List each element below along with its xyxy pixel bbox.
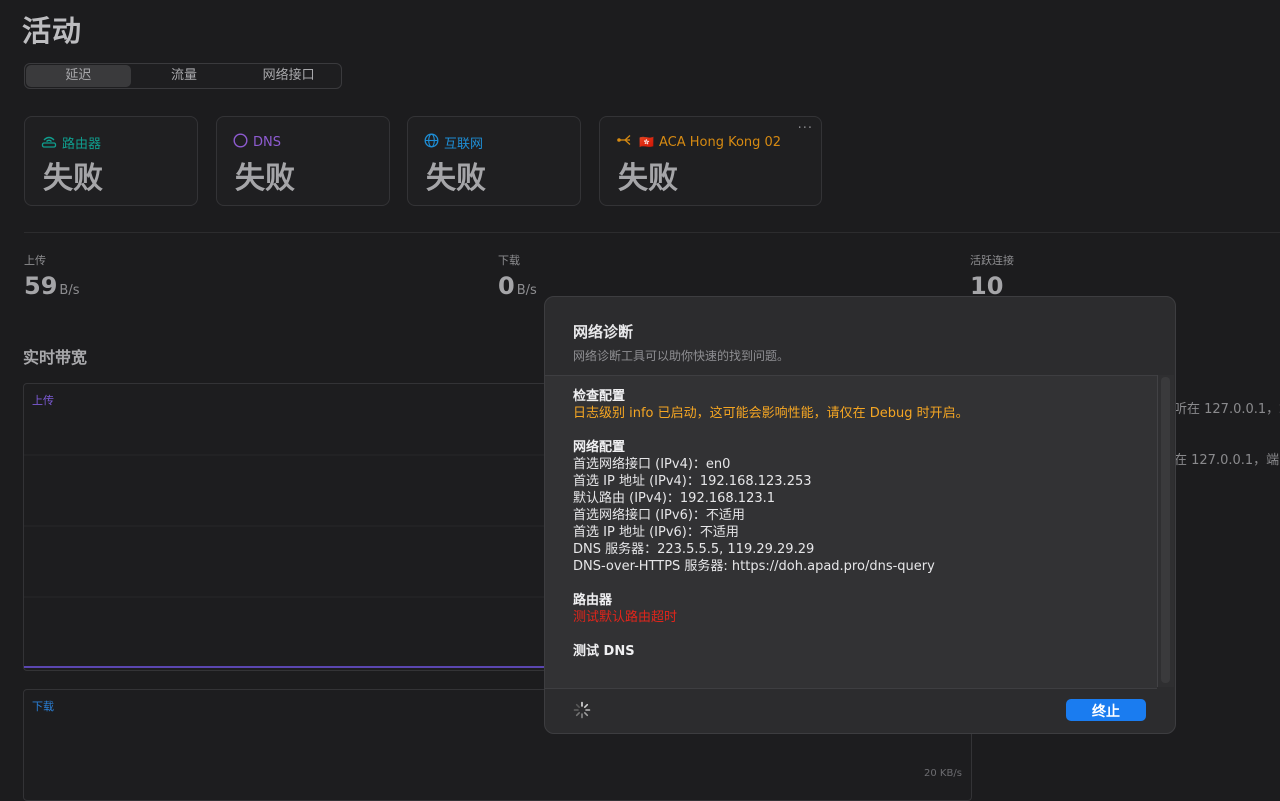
scrollbar-thumb[interactable]	[1161, 377, 1170, 683]
log-line: 在 127.0.0.1，端口	[1174, 453, 1280, 468]
config-line: DNS 服务器：223.5.5.5, 119.29.29.29	[573, 542, 815, 557]
internet-card-header: 互联网	[424, 133, 483, 152]
download-stat-value: 0 B/s	[498, 272, 537, 300]
tab-network-interfaces[interactable]: 网络接口	[236, 64, 341, 88]
download-stat-number: 0	[498, 272, 515, 300]
internet-card-value: 失败	[426, 161, 486, 196]
internet-card-label: 互联网	[444, 137, 484, 152]
scrollbar[interactable]	[1157, 375, 1174, 687]
router-card[interactable]: 路由器 失败	[24, 116, 198, 206]
download-stat-unit: B/s	[516, 283, 537, 298]
download-chart-label: 下载	[32, 700, 54, 713]
config-line: 首选 IP 地址 (IPv6)：不适用	[573, 525, 739, 540]
upload-stat-unit: B/s	[59, 283, 80, 298]
section-heading: 测试 DNS	[573, 644, 635, 659]
flag-icon: 🇭🇰	[639, 135, 654, 149]
config-line: 首选 IP 地址 (IPv4)：192.168.123.253	[573, 474, 812, 489]
error-line: 测试默认路由超时	[573, 610, 678, 625]
dns-card-header: DNS	[233, 133, 281, 152]
proxy-card-header: 🇭🇰 ACA Hong Kong 02	[616, 133, 781, 151]
section-heading: 网络配置	[573, 440, 626, 455]
router-card-header: 路由器	[41, 133, 101, 152]
section-heading: 检查配置	[573, 389, 626, 404]
tab-traffic[interactable]: 流量	[132, 64, 237, 88]
upload-stat-label: 上传	[24, 254, 46, 267]
upload-stat-value: 59 B/s	[24, 272, 79, 300]
page-title: 活动	[22, 14, 83, 48]
config-line: 首选网络接口 (IPv6)：不适用	[573, 508, 745, 523]
diagnostics-log: 检查配置 日志级别 info 已启动，这可能会影响性能，请仅在 Debug 时开…	[573, 388, 969, 660]
spinner-icon	[573, 701, 591, 719]
dns-card[interactable]: DNS 失败	[216, 116, 390, 206]
proxy-card[interactable]: ··· 🇭🇰 ACA Hong Kong 02 失败	[599, 116, 822, 206]
upload-stat-number: 59	[24, 272, 58, 300]
diagnostics-output: 检查配置 日志级别 info 已启动，这可能会影响性能，请仅在 Debug 时开…	[545, 375, 1157, 689]
proxy-icon	[616, 133, 634, 151]
router-card-value: 失败	[43, 161, 103, 196]
network-diagnostics-dialog: 网络诊断 网络诊断工具可以助你快速的找到问题。 检查配置 日志级别 info 已…	[544, 296, 1176, 734]
config-line: 首选网络接口 (IPv4)：en0	[573, 457, 731, 472]
divider	[24, 232, 1280, 233]
connections-stat-label: 活跃连接	[970, 254, 1014, 267]
tab-latency[interactable]: 延迟	[26, 65, 131, 87]
more-icon[interactable]: ···	[798, 121, 813, 136]
stop-button[interactable]: 终止	[1066, 699, 1146, 721]
compass-icon	[233, 133, 248, 152]
bandwidth-title: 实时带宽	[23, 348, 88, 367]
download-stat-label: 下载	[498, 254, 520, 267]
log-line: 听在 127.0.0.1，端	[1174, 402, 1280, 417]
config-line: 默认路由 (IPv4)：192.168.123.1	[573, 491, 776, 506]
warning-line: 日志级别 info 已启动，这可能会影响性能，请仅在 Debug 时开启。	[573, 406, 969, 421]
download-axis-label: 20 KB/s	[924, 768, 962, 779]
section-heading: 路由器	[573, 593, 613, 608]
dialog-title: 网络诊断	[573, 323, 634, 341]
dialog-subtitle: 网络诊断工具可以助你快速的找到问题。	[573, 349, 790, 363]
router-card-label: 路由器	[62, 137, 102, 152]
router-icon	[41, 134, 57, 152]
internet-card[interactable]: 互联网 失败	[407, 116, 581, 206]
dns-card-label: DNS	[253, 135, 281, 150]
dns-card-value: 失败	[235, 161, 295, 196]
proxy-card-value: 失败	[618, 161, 678, 196]
config-line: DNS-over-HTTPS 服务器: https://doh.apad.pro…	[573, 559, 935, 574]
globe-icon	[424, 133, 439, 152]
tab-segmented-control: 延迟 流量 网络接口	[24, 63, 342, 89]
proxy-card-label: ACA Hong Kong 02	[658, 134, 782, 150]
